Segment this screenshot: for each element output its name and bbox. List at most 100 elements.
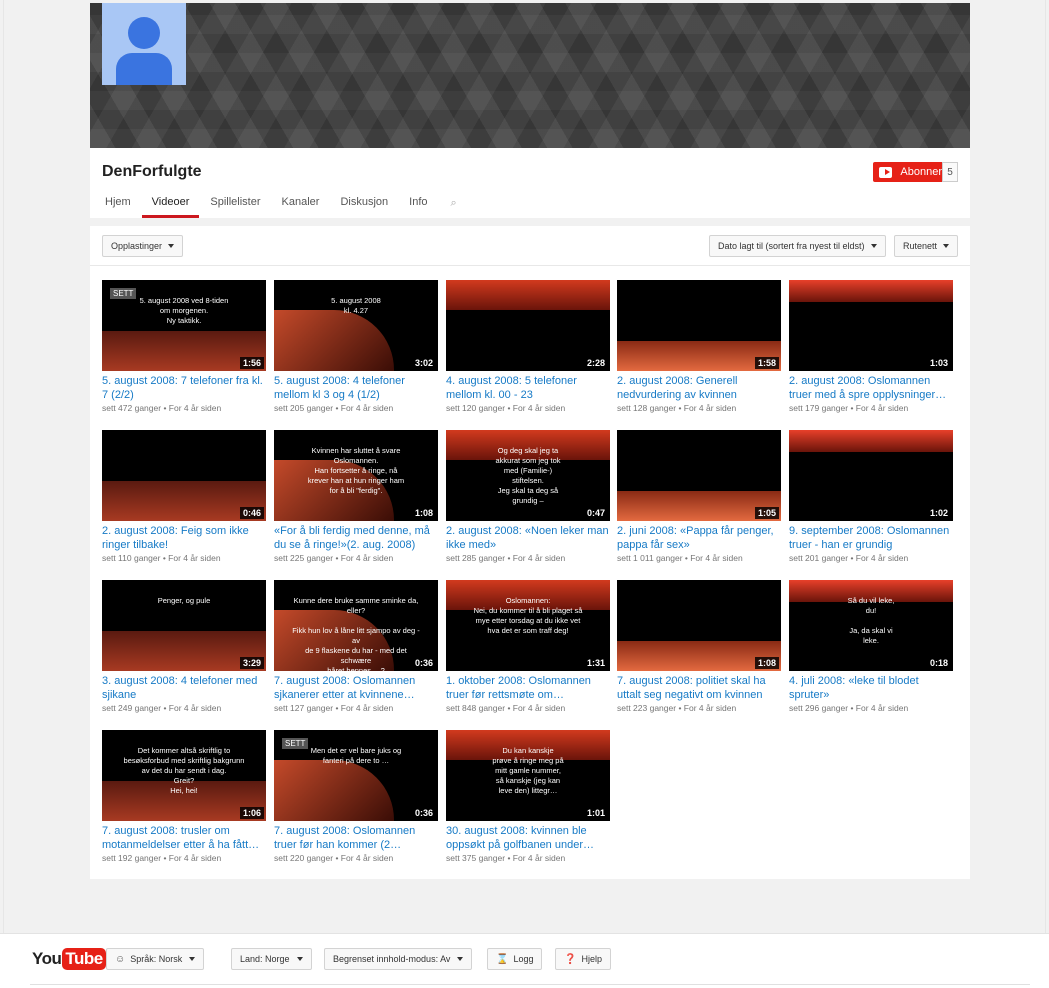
video-title-link[interactable]: 2. august 2008: «Noen leker man ikke med… (446, 524, 610, 552)
language-label: Språk: Norsk (130, 954, 183, 964)
sort-dropdown[interactable]: Dato lagt til (sortert fra nyest til eld… (709, 235, 886, 257)
video-meta: sett 201 ganger • For 4 år siden (789, 553, 908, 563)
video-title-link[interactable]: 4. august 2008: 5 telefoner mellom kl. 0… (446, 374, 610, 402)
video-thumbnail[interactable]: Du kan kanskje prøve å ringe meg på mitt… (446, 730, 610, 821)
video-thumbnail[interactable]: Penger, og pule 3:29 (102, 580, 266, 671)
video-title-link[interactable]: 7. august 2008: trusler om motanmeldelse… (102, 824, 266, 852)
tab-diskusjon[interactable]: Diskusjon (330, 188, 398, 218)
language-picker[interactable]: ☺ Språk: Norsk (106, 948, 205, 970)
video-card[interactable]: 2:28 4. august 2008: 5 telefoner mellom k… (446, 280, 610, 420)
video-title-link[interactable]: 2. august 2008: Generell nedvurdering av… (617, 374, 781, 402)
video-card[interactable]: Og deg skal jeg ta akkurat som jeg tok m… (446, 430, 610, 570)
subscribe-label: Abonner (900, 166, 942, 178)
video-meta: sett 127 ganger • For 4 år siden (274, 703, 393, 713)
video-duration: 1:02 (926, 507, 951, 519)
tab-info[interactable]: Info (399, 188, 437, 218)
channel-tabs: Hjem Videoer Spillelister Kanaler Diskusjon I… (90, 188, 469, 218)
video-title-link[interactable]: 2. august 2008: Feig som ikke ringer til… (102, 524, 266, 552)
video-thumbnail[interactable]: Kunne dere bruke samme sminke da, eller?… (274, 580, 438, 671)
video-meta: sett 296 ganger • For 4 år siden (789, 703, 908, 713)
tab-kanaler[interactable]: Kanaler (272, 188, 330, 218)
channel-avatar[interactable] (102, 3, 186, 85)
video-title-link[interactable]: 2. juni 2008: «Pappa får penger, pappa f… (617, 524, 781, 552)
subscribe-button[interactable]: Abonner (873, 162, 942, 182)
video-card[interactable]: 1:08 7. august 2008: politiet skal ha utt… (617, 580, 781, 720)
video-thumbnail[interactable]: Men det er vel bare juks og fanteri på d… (274, 730, 438, 821)
video-title-link[interactable]: «For å bli ferdig med denne, må du se å … (274, 524, 438, 552)
video-card[interactable]: Kunne dere bruke samme sminke da, eller?… (274, 580, 438, 720)
video-card[interactable]: Oslomannen: Nei, du kommer til å bli pla… (446, 580, 610, 720)
video-title-link[interactable]: 7. august 2008: politiet skal ha uttalt … (617, 674, 781, 702)
video-thumbnail[interactable]: 1:02 (789, 430, 953, 521)
video-thumbnail[interactable]: 1:58 (617, 280, 781, 371)
video-title-link[interactable]: 5. august 2008: 7 telefoner fra kl. 7 (2… (102, 374, 266, 402)
video-card[interactable]: Det kommer altså skriftlig to besøksforb… (102, 730, 266, 870)
video-thumbnail[interactable]: 1:08 (617, 580, 781, 671)
avatar-body-shape (116, 53, 172, 85)
upload-age: For 4 år siden (168, 403, 222, 413)
video-title-link[interactable]: 7. august 2008: Oslomannen truer før han… (274, 824, 438, 852)
video-title-link[interactable]: 1. oktober 2008: Oslomannen truer før re… (446, 674, 610, 702)
channel-search-icon[interactable]: ⌕ (439, 188, 469, 218)
view-dropdown[interactable]: Rutenett (894, 235, 959, 257)
video-card[interactable]: 1:03 2. august 2008: Oslomannen truer med… (789, 280, 953, 420)
logo-tube: Tube (62, 948, 106, 970)
view-count: sett 192 ganger (102, 853, 162, 863)
meta-separator: • (333, 403, 341, 413)
video-card[interactable]: 5. august 2008 kl. 4.27 3:02 5. august 200… (274, 280, 438, 420)
history-button[interactable]: ⌛ Logg (487, 948, 543, 970)
caret-down-icon (189, 957, 196, 961)
video-title-link[interactable]: 5. august 2008: 4 telefoner mellom kl 3 … (274, 374, 438, 402)
restricted-mode-picker[interactable]: Begrenset innhold-modus: Av (324, 948, 473, 970)
tab-videoer[interactable]: Videoer (141, 188, 200, 218)
tab-spillelister[interactable]: Spillelister (200, 188, 270, 218)
video-thumbnail[interactable]: 1:03 (789, 280, 953, 371)
avatar-head-shape (128, 17, 160, 49)
country-picker[interactable]: Land: Norge (231, 948, 312, 970)
video-card[interactable]: 1:02 9. september 2008: Oslomannen truer … (789, 430, 953, 570)
video-card[interactable]: 0:46 2. august 2008: Feig som ikke ringer… (102, 430, 266, 570)
video-card[interactable]: Kvinnen har sluttet å svare Oslomannen. … (274, 430, 438, 570)
video-meta: sett 128 ganger • For 4 år siden (617, 403, 736, 413)
video-thumbnail[interactable]: 2:28 (446, 280, 610, 371)
view-count: sett 201 ganger (789, 553, 849, 563)
video-duration: 0:36 (411, 807, 436, 819)
video-title-link[interactable]: 2. august 2008: Oslomannen truer med å s… (789, 374, 953, 402)
video-card[interactable]: Så du vil leke, du! Ja, da skal vi leke.… (789, 580, 953, 720)
video-thumbnail[interactable]: 0:46 (102, 430, 266, 521)
video-thumbnail[interactable]: Det kommer altså skriftlig to besøksforb… (102, 730, 266, 821)
video-meta: sett 225 ganger • For 4 år siden (274, 553, 393, 563)
meta-separator: • (848, 553, 856, 563)
video-title-link[interactable]: 3. august 2008: 4 telefoner med sjikane (102, 674, 266, 702)
video-thumbnail[interactable]: Så du vil leke, du! Ja, da skal vi leke.… (789, 580, 953, 671)
video-title-link[interactable]: 30. august 2008: kvinnen ble oppsøkt på … (446, 824, 610, 852)
video-card[interactable]: 1:05 2. juni 2008: «Pappa får penger, pap… (617, 430, 781, 570)
meta-separator: • (676, 703, 684, 713)
video-meta: sett 110 ganger • For 4 år siden (102, 553, 221, 563)
video-thumbnail[interactable]: Kvinnen har sluttet å svare Oslomannen. … (274, 430, 438, 521)
video-title-link[interactable]: 9. september 2008: Oslomannen truer - ha… (789, 524, 953, 552)
view-dropdown-label: Rutenett (903, 241, 938, 251)
page-footer: You Tube ☺ Språk: Norsk Land: Norge Begre… (0, 933, 1049, 988)
video-thumbnail[interactable]: Og deg skal jeg ta akkurat som jeg tok m… (446, 430, 610, 521)
help-button[interactable]: ❓ Hjelp (555, 948, 611, 970)
video-card[interactable]: Du kan kanskje prøve å ringe meg på mitt… (446, 730, 610, 870)
youtube-logo[interactable]: You Tube (32, 948, 106, 970)
video-thumbnail[interactable]: 5. august 2008 kl. 4.27 3:02 (274, 280, 438, 371)
videos-panel: Opplastinger Dato lagt til (sortert fra … (90, 226, 970, 879)
video-thumbnail[interactable]: 5. august 2008 ved 8-tiden om morgenen. … (102, 280, 266, 371)
tab-hjem[interactable]: Hjem (90, 188, 141, 218)
view-count: sett 110 ganger (102, 553, 161, 563)
video-title-link[interactable]: 7. august 2008: Oslomannen sjkanerer ett… (274, 674, 438, 702)
video-card[interactable]: 5. august 2008 ved 8-tiden om morgenen. … (102, 280, 266, 420)
video-thumbnail[interactable]: 1:05 (617, 430, 781, 521)
video-thumbnail[interactable]: Oslomannen: Nei, du kommer til å bli pla… (446, 580, 610, 671)
video-card[interactable]: 1:58 2. august 2008: Generell nedvurderin… (617, 280, 781, 420)
channel-title[interactable]: DenForfulgte (102, 163, 202, 181)
uploads-dropdown[interactable]: Opplastinger (102, 235, 184, 257)
video-meta: sett 249 ganger • For 4 år siden (102, 703, 221, 713)
video-card[interactable]: Penger, og pule 3:29 3. august 2008: 4 tel… (102, 580, 266, 720)
video-title-link[interactable]: 4. juli 2008: «leke til blodet spruter» (789, 674, 953, 702)
video-card[interactable]: Men det er vel bare juks og fanteri på d… (274, 730, 438, 870)
upload-age: For 4 år siden (855, 553, 909, 563)
